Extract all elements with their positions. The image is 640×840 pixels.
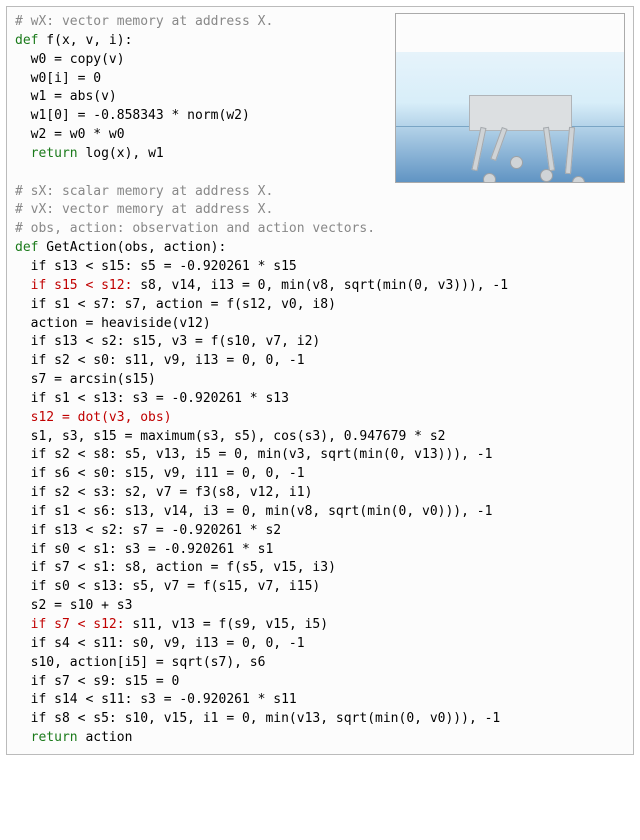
code-line: if s13 < s15: s5 = -0.920261 * s15 bbox=[15, 259, 297, 274]
comment: # vX: vector memory at address X. bbox=[15, 202, 273, 217]
code-line: w0 = copy(v) bbox=[15, 52, 125, 67]
code-line: if s13 < s2: s7 = -0.920261 * s2 bbox=[15, 523, 281, 538]
code-line: if s0 < s13: s5, v7 = f(s15, v7, i15) bbox=[15, 579, 320, 594]
code-line: action bbox=[78, 730, 133, 745]
comment: # obs, action: observation and action ve… bbox=[15, 221, 375, 236]
code-line: w2 = w0 * w0 bbox=[15, 127, 125, 142]
code-line: s11, v13 = f(s9, v15, i5) bbox=[125, 617, 329, 632]
code-line: if s4 < s11: s0, v9, i13 = 0, 0, -1 bbox=[15, 636, 305, 651]
code-line: action = heaviside(v12) bbox=[15, 316, 211, 331]
robot-thumbnail bbox=[395, 13, 625, 183]
code-line: if s2 < s0: s11, v9, i13 = 0, 0, -1 bbox=[15, 353, 305, 368]
code-line: s7 = arcsin(s15) bbox=[15, 372, 156, 387]
code-line: if s8 < s5: s10, v15, i1 = 0, min(v13, s… bbox=[15, 711, 500, 726]
code-line: w1 = abs(v) bbox=[15, 89, 117, 104]
code-line: s1, s3, s15 = maximum(s3, s5), cos(s3), … bbox=[15, 429, 445, 444]
code-line: if s0 < s1: s3 = -0.920261 * s1 bbox=[15, 542, 273, 557]
code-line: if s1 < s6: s13, v14, i3 = 0, min(v8, sq… bbox=[15, 504, 492, 519]
code-line: log(x), w1 bbox=[78, 146, 164, 161]
code-line: s2 = s10 + s3 bbox=[15, 598, 132, 613]
code-line: w0[i] = 0 bbox=[15, 71, 101, 86]
code-line: if s6 < s0: s15, v9, i11 = 0, 0, -1 bbox=[15, 466, 305, 481]
code-listing: # wX: vector memory at address X. def f(… bbox=[6, 6, 634, 755]
comment: # wX: vector memory at address X. bbox=[15, 14, 273, 29]
code-line: if s7 < s9: s15 = 0 bbox=[15, 674, 179, 689]
func-sig: f(x, v, i): bbox=[38, 33, 132, 48]
keyword-return: return bbox=[15, 730, 78, 745]
code-line: if s13 < s2: s15, v3 = f(s10, v7, i2) bbox=[15, 334, 320, 349]
code-line: s10, action[i5] = sqrt(s7), s6 bbox=[15, 655, 265, 670]
code-line: if s14 < s11: s3 = -0.920261 * s11 bbox=[15, 692, 297, 707]
code-line: s8, v14, i13 = 0, min(v8, sqrt(min(0, v3… bbox=[132, 278, 508, 293]
keyword-def: def bbox=[15, 240, 38, 255]
code-line-highlighted: s12 = dot(v3, obs) bbox=[15, 410, 172, 425]
code-line: w1[0] = -0.858343 * norm(w2) bbox=[15, 108, 250, 123]
code-line: if s7 < s1: s8, action = f(s5, v15, i3) bbox=[15, 560, 336, 575]
func-sig: GetAction(obs, action): bbox=[38, 240, 226, 255]
code-line: if s2 < s3: s2, v7 = f3(s8, v12, i1) bbox=[15, 485, 312, 500]
code-line: if s1 < s13: s3 = -0.920261 * s13 bbox=[15, 391, 289, 406]
code-line-highlighted: if s7 < s12: bbox=[15, 617, 125, 632]
code-line: if s2 < s8: s5, v13, i5 = 0, min(v3, sqr… bbox=[15, 447, 492, 462]
code-line: if s1 < s7: s7, action = f(s12, v0, i8) bbox=[15, 297, 336, 312]
code-line-highlighted: if s15 < s12: bbox=[15, 278, 132, 293]
keyword-return: return bbox=[15, 146, 78, 161]
comment: # sX: scalar memory at address X. bbox=[15, 184, 273, 199]
keyword-def: def bbox=[15, 33, 38, 48]
